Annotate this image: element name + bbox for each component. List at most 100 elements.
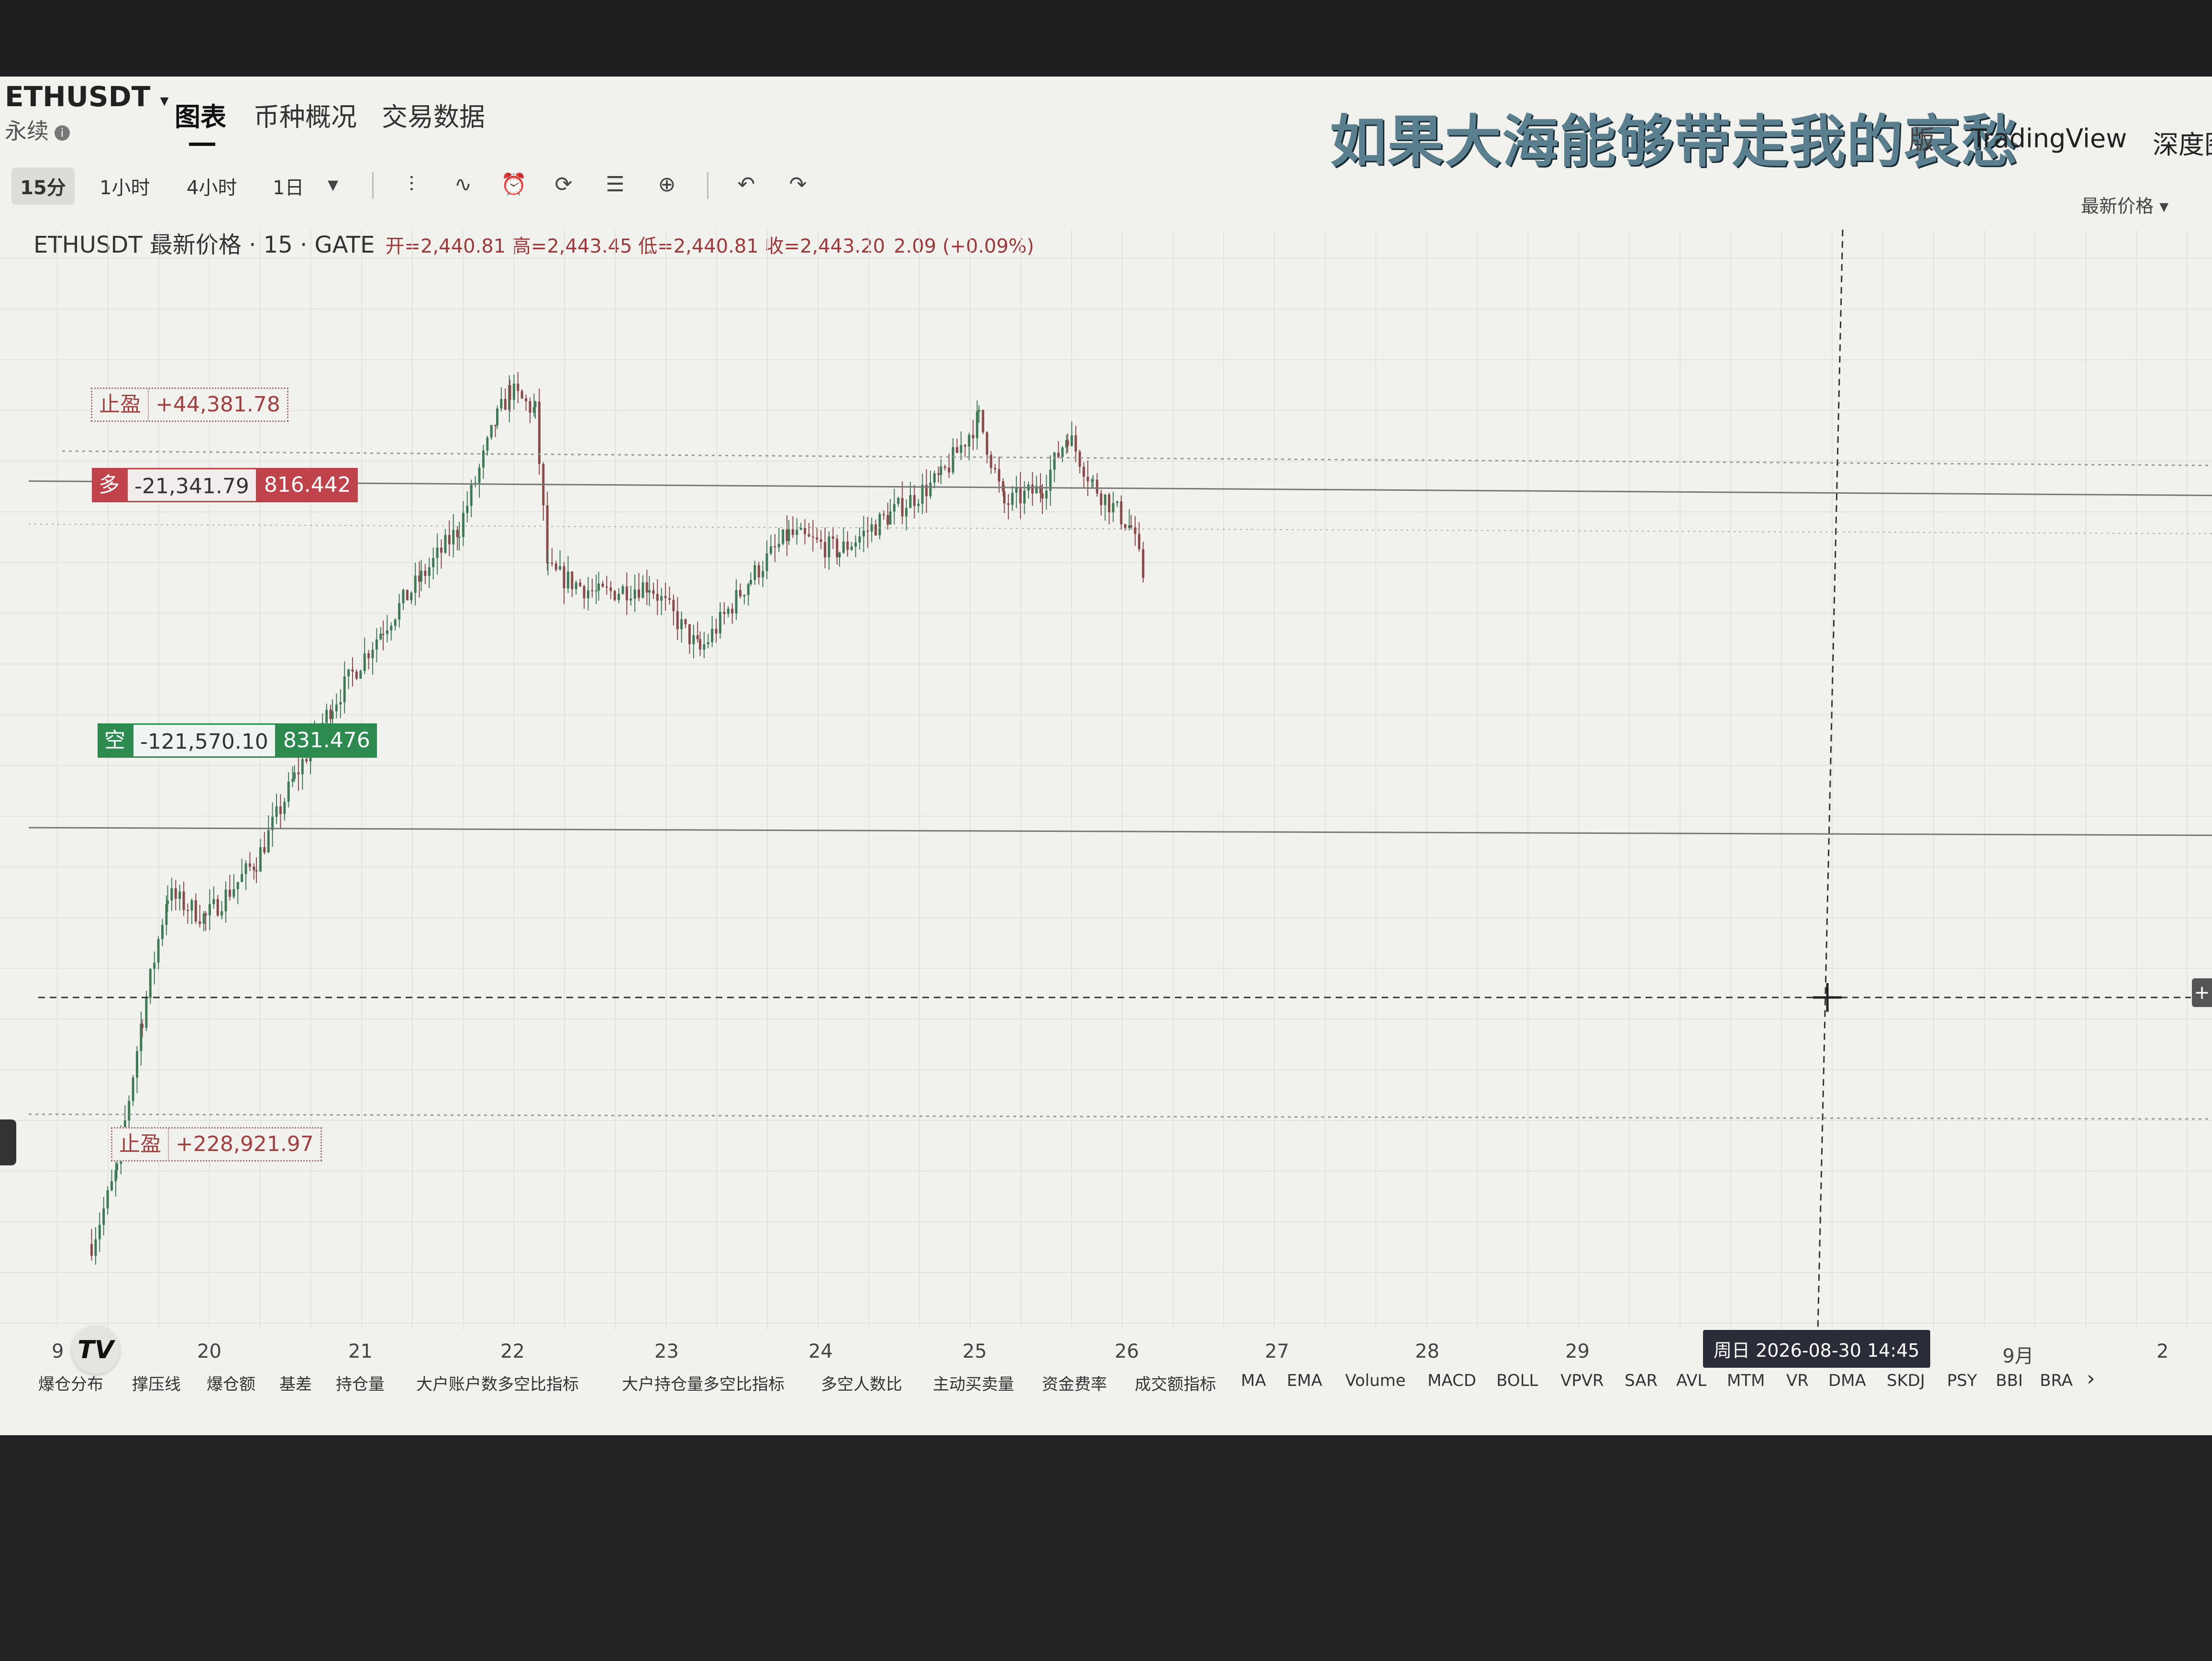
long-position-badge[interactable]: 多 -21,341.79 816.442	[92, 468, 358, 502]
candle-body	[757, 565, 760, 577]
candle-body	[402, 589, 405, 603]
indicator-top-account-ratio[interactable]: 大户账户数多空比指标	[416, 1371, 579, 1395]
candle-body	[1142, 549, 1145, 578]
candle-body	[889, 511, 892, 525]
candle-body	[1023, 490, 1026, 504]
candle-body	[1061, 447, 1064, 457]
active-drawing-tool-icon[interactable]	[0, 1119, 16, 1165]
candle-body	[601, 583, 604, 587]
candle-body	[1078, 451, 1081, 467]
candle-body	[170, 888, 173, 901]
candle-body	[870, 524, 873, 532]
candle-body	[743, 595, 746, 597]
indicator-macd[interactable]: MACD	[1427, 1371, 1476, 1390]
indicator-open-interest[interactable]: 持仓量	[336, 1371, 385, 1395]
candle-body	[828, 536, 830, 558]
indicator-dma[interactable]: DMA	[1828, 1371, 1866, 1390]
candle-body	[102, 1208, 105, 1225]
candle-body	[236, 882, 239, 889]
candle-body	[174, 888, 177, 899]
x-tick: 28	[1415, 1340, 1439, 1362]
indicator-bbi[interactable]: BBI	[1996, 1371, 2023, 1390]
candle-body	[335, 704, 338, 711]
candle-body	[1083, 466, 1085, 477]
candle-body	[283, 801, 286, 814]
candle-body	[94, 1239, 97, 1256]
candle-body	[1116, 501, 1118, 503]
candle-body	[858, 536, 861, 543]
indicator-vpvr[interactable]: VPVR	[1560, 1371, 1604, 1390]
indicator-support-resistance[interactable]: 撑压线	[132, 1371, 181, 1395]
trading-screen: ETHUSDT ▾ 永续 i 图表 币种概况 交易数据 如果大海能够带走我的哀愁 …	[0, 77, 2212, 1435]
indicator-basis[interactable]: 基差	[279, 1371, 312, 1395]
candle-body	[355, 671, 358, 679]
short-position-badge[interactable]: 空 -121,570.10 831.476	[98, 723, 377, 758]
indicator-sar[interactable]: SAR	[1625, 1371, 1658, 1390]
indicator-top-position-ratio[interactable]: 大户持仓量多空比指标	[622, 1371, 785, 1395]
candle-body	[731, 609, 734, 614]
indicator-mtm[interactable]: MTM	[1727, 1371, 1765, 1390]
short-entry-line	[28, 827, 2212, 836]
candle-body	[972, 435, 974, 439]
indicator-ma[interactable]: MA	[1241, 1371, 1266, 1390]
candle-body	[212, 899, 215, 904]
indicator-taker-volume[interactable]: 主动买卖量	[933, 1371, 1014, 1395]
candle-body	[609, 587, 612, 591]
candle-body	[128, 1101, 131, 1121]
drawing-tool-icon[interactable]	[0, 670, 16, 698]
x-tick: 24	[808, 1340, 833, 1362]
short-qty: 831.476	[276, 723, 377, 758]
long-qty: 816.442	[257, 468, 358, 502]
indicator-liquidation-amount[interactable]: 爆仓额	[207, 1371, 255, 1395]
candle-body	[98, 1225, 101, 1240]
candle-body	[279, 806, 282, 814]
candle-body	[597, 583, 600, 591]
indicator-volume[interactable]: Volume	[1345, 1371, 1405, 1390]
indicator-boll[interactable]: BOLL	[1496, 1371, 1538, 1390]
candle-body	[1057, 453, 1060, 457]
indicator-funding-rate[interactable]: 资金费率	[1042, 1371, 1107, 1395]
take-profit-upper-line	[62, 450, 2212, 466]
candle-body	[551, 562, 553, 564]
indicator-long-short-ratio[interactable]: 多空人数比	[821, 1371, 902, 1395]
indicator-turnover[interactable]: 成交额指标	[1135, 1371, 1216, 1395]
candle-body	[153, 963, 156, 969]
candle-body	[367, 653, 370, 658]
indicator-psy[interactable]: PSY	[1947, 1371, 1977, 1390]
candle-body	[149, 969, 152, 998]
price-scale-add-icon[interactable]: +	[2192, 978, 2212, 1007]
indicator-brar[interactable]: BRA	[2040, 1371, 2073, 1390]
indicator-skdj[interactable]: SKDJ	[1887, 1371, 1925, 1390]
take-profit-upper-badge[interactable]: 止盈 +44,381.78	[91, 388, 288, 422]
candle-body	[452, 530, 455, 544]
candle-body	[504, 399, 507, 410]
candle-body	[1108, 494, 1111, 512]
candle-body	[750, 580, 752, 585]
indicator-liquidation-map[interactable]: 爆仓分布	[38, 1371, 103, 1395]
candle-body	[190, 900, 193, 911]
candle-body	[244, 863, 247, 874]
candle-body	[770, 546, 772, 554]
chevron-right-icon[interactable]: ›	[2087, 1366, 2095, 1391]
indicator-vr[interactable]: VR	[1786, 1371, 1809, 1390]
indicator-avl[interactable]: AVL	[1676, 1371, 1706, 1390]
indicator-ema[interactable]: EMA	[1287, 1371, 1322, 1390]
candle-body	[739, 590, 741, 597]
candle-body	[796, 530, 798, 535]
candle-body	[901, 498, 904, 517]
candle-body	[807, 534, 810, 537]
candle-body	[297, 772, 300, 775]
candle-body	[293, 772, 296, 779]
candle-body	[347, 669, 350, 676]
candle-body	[398, 603, 401, 620]
candle-body	[208, 904, 211, 916]
candle-body	[660, 596, 663, 601]
candle-body	[886, 515, 889, 525]
candle-body	[621, 586, 624, 594]
candle-body	[893, 504, 896, 512]
candle-body	[836, 539, 839, 557]
candle-body	[1074, 435, 1077, 452]
candle-body	[1003, 491, 1006, 504]
candle-body	[696, 635, 699, 640]
take-profit-lower-badge[interactable]: 止盈 +228,921.97	[111, 1127, 322, 1162]
